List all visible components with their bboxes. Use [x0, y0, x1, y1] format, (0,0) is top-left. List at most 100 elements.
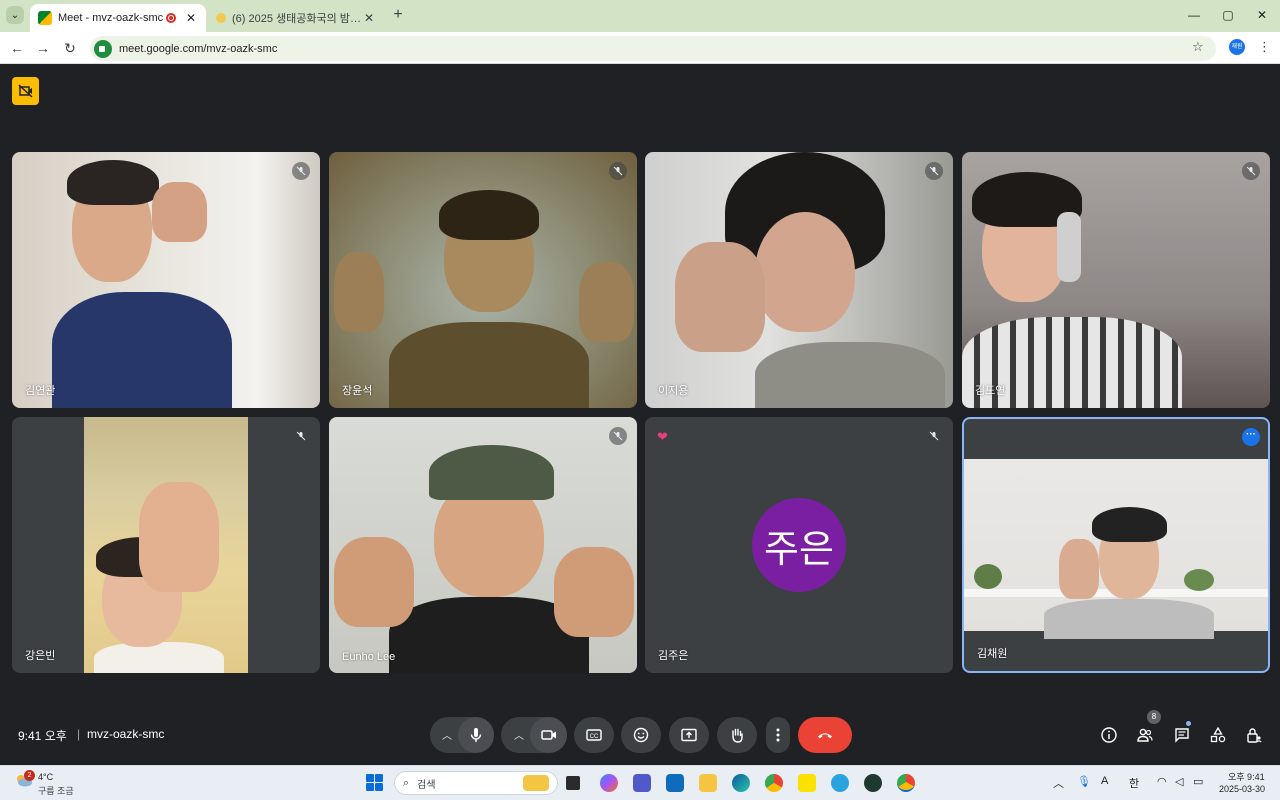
profile-avatar[interactable]: 재원 — [1229, 39, 1245, 55]
tray-mic-icon[interactable]: 🎙 — [1077, 775, 1091, 788]
kakaotalk-icon[interactable] — [798, 774, 816, 792]
participant-tile[interactable]: ❤ 주은 김주은 — [645, 417, 953, 673]
close-window-button[interactable]: ✕ — [1244, 6, 1280, 24]
close-tab-icon[interactable]: ✕ — [362, 11, 376, 25]
participant-count-badge: 8 — [1147, 710, 1161, 724]
meeting-time: 9:41 오후 — [18, 729, 67, 743]
lock-person-icon — [1247, 728, 1262, 743]
chrome-profile-icon[interactable] — [897, 774, 915, 792]
chrome-icon[interactable] — [765, 774, 783, 792]
tab-search-button[interactable]: ⌄ — [6, 6, 24, 24]
microphone-icon — [470, 728, 482, 742]
participant-avatar: 주은 — [752, 498, 846, 592]
copilot-icon[interactable] — [600, 774, 618, 792]
start-button[interactable] — [366, 774, 383, 791]
tab-meet[interactable]: Meet - mvz-oazk-smc ✕ — [30, 4, 206, 32]
maximize-button[interactable]: ▢ — [1210, 6, 1246, 24]
reactions-button[interactable] — [621, 717, 661, 753]
people-button[interactable] — [1135, 725, 1155, 745]
tab-other[interactable]: (6) 2025 생태공화국의 밤 01 ✕ — [208, 4, 384, 32]
video-settings-chevron-icon[interactable]: ︿ — [514, 727, 524, 742]
clock-date[interactable]: 2025-03-30 — [1219, 784, 1265, 794]
video-feed — [645, 152, 953, 408]
video-feed — [329, 417, 637, 673]
video-feed — [12, 152, 320, 408]
participant-tile[interactable]: Eunho Lee — [329, 417, 637, 673]
back-icon[interactable]: ← — [8, 39, 26, 57]
more-options-button[interactable] — [766, 717, 790, 753]
ime-mode-a[interactable]: A — [1101, 775, 1108, 787]
camera-button[interactable] — [530, 717, 567, 753]
forward-icon[interactable]: → — [34, 39, 52, 57]
teams-icon[interactable] — [633, 774, 651, 792]
participant-name: 김주은 — [658, 650, 689, 662]
task-view-icon[interactable] — [566, 776, 580, 790]
mic-off-icon — [925, 162, 943, 180]
camera-icon — [540, 730, 556, 740]
participant-name: 김채원 — [977, 648, 1008, 660]
svg-text:CC: CC — [590, 734, 599, 740]
recording-status-icon[interactable] — [12, 77, 39, 105]
present-screen-button[interactable] — [669, 717, 709, 753]
participant-name: 강은빈 — [25, 650, 56, 662]
battery-icon[interactable]: ▭ — [1193, 775, 1203, 788]
mic-off-icon — [609, 427, 627, 445]
search-icon: ⌕ — [403, 776, 410, 789]
site-info-icon[interactable] — [94, 39, 112, 58]
windows-taskbar: 2 4°C 구름 조금 ⌕ 검색 ︿ 🎙 A 한 ◠ ◁ ▭ 오후 9:41 2… — [0, 765, 1280, 800]
app-icon[interactable] — [864, 774, 882, 792]
captions-button[interactable]: CC — [574, 717, 614, 753]
more-options-icon[interactable]: ··· — [1242, 428, 1260, 446]
participant-tile[interactable]: 강은빈 — [12, 417, 320, 673]
close-tab-icon[interactable]: ✕ — [184, 11, 198, 25]
mic-off-icon — [292, 162, 310, 180]
telegram-icon[interactable] — [831, 774, 849, 792]
participant-name: 김연관 — [25, 385, 56, 397]
participant-tile[interactable]: 이지용 — [645, 152, 953, 408]
browser-menu-icon[interactable]: ⋮ — [1258, 39, 1271, 55]
meeting-details-button[interactable] — [1099, 725, 1119, 745]
ime-mode-han[interactable]: 한 — [1129, 775, 1139, 791]
edge-icon[interactable] — [732, 774, 750, 792]
volume-icon[interactable]: ◁ — [1175, 775, 1183, 788]
clock-time[interactable]: 오후 9:41 — [1228, 770, 1265, 783]
more-vert-icon — [776, 728, 780, 742]
recording-icon — [166, 13, 176, 23]
taskbar-search[interactable]: ⌕ 검색 — [394, 771, 558, 795]
mic-off-icon — [1242, 162, 1260, 180]
weather-temperature[interactable]: 4°C — [38, 772, 53, 782]
participant-tile[interactable]: 장윤석 — [329, 152, 637, 408]
search-highlight-icon — [523, 775, 549, 791]
activities-button[interactable] — [1208, 725, 1228, 745]
present-icon — [681, 728, 697, 742]
participant-tile[interactable]: 김연관 — [12, 152, 320, 408]
file-explorer-icon[interactable] — [699, 774, 717, 792]
bookmark-star-icon[interactable]: ☆ — [1192, 39, 1204, 55]
audio-settings-chevron-icon[interactable]: ︿ — [442, 727, 452, 742]
reload-icon[interactable]: ↻ — [61, 39, 79, 57]
participant-name: 장윤석 — [342, 385, 373, 397]
chat-button[interactable] — [1172, 725, 1192, 745]
leave-call-button[interactable] — [798, 717, 852, 753]
hand-icon — [732, 728, 743, 743]
raise-hand-button[interactable] — [717, 717, 757, 753]
store-icon[interactable] — [666, 774, 684, 792]
tray-chevron-icon[interactable]: ︿ — [1053, 775, 1064, 791]
address-bar-row: ← → ↻ meet.google.com/mvz-oazk-smc ☆ — [0, 32, 1280, 64]
self-tile[interactable]: ··· 김채원 — [962, 417, 1270, 673]
host-controls-button[interactable] — [1244, 725, 1264, 745]
weather-badge: 2 — [24, 770, 35, 781]
minimize-button[interactable]: — — [1176, 6, 1212, 24]
new-tab-button[interactable]: + — [390, 6, 406, 24]
omnibox[interactable]: meet.google.com/mvz-oazk-smc — [90, 36, 1216, 61]
tab-title: (6) 2025 생태공화국의 밤 01 — [232, 13, 362, 25]
video-feed — [329, 152, 637, 408]
participant-name: Eunho Lee — [342, 651, 396, 663]
microphone-button[interactable] — [458, 717, 494, 753]
weather-description[interactable]: 구름 조금 — [38, 784, 74, 797]
emoji-icon — [633, 727, 649, 743]
people-icon — [1137, 728, 1153, 742]
captions-icon: CC — [586, 729, 602, 741]
wifi-icon[interactable]: ◠ — [1157, 775, 1167, 788]
participant-tile[interactable]: 김도연 — [962, 152, 1270, 408]
